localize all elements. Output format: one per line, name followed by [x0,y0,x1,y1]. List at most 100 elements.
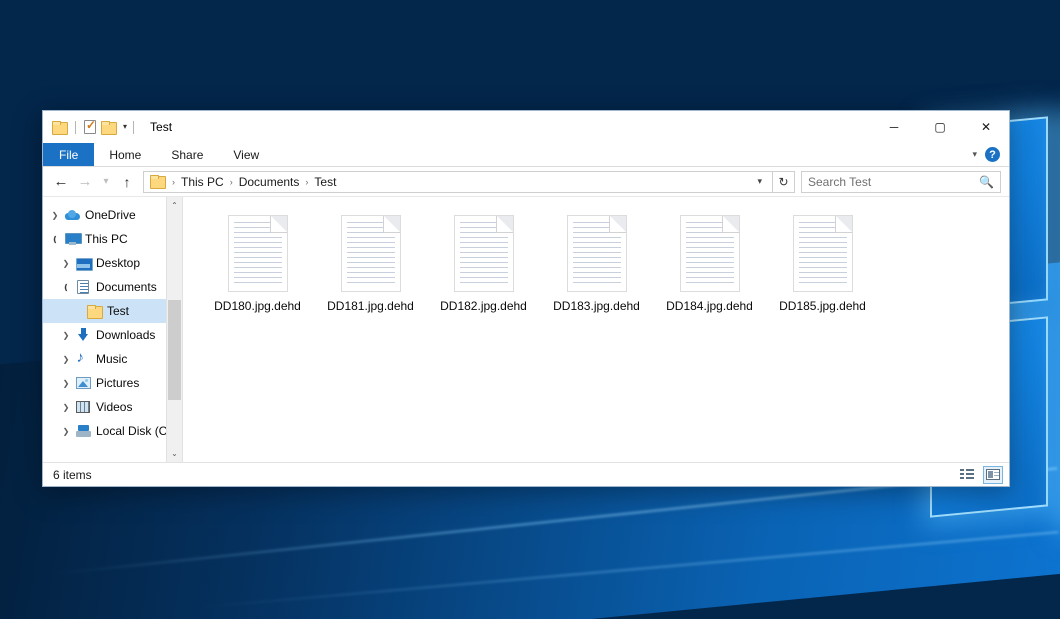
sidebar-item-label: OneDrive [81,208,136,222]
breadcrumb-separator: › [227,177,236,187]
breadcrumb-item-this-pc[interactable]: This PC [178,175,227,189]
file-item[interactable]: DD182.jpg.dehd [427,211,540,327]
file-list-view[interactable]: DD180.jpg.dehd DD181.jpg.dehd [183,197,1009,462]
file-icon-wrapper [339,213,403,294]
file-icon-fold [383,216,400,233]
file-item[interactable]: DD185.jpg.dehd [766,211,879,327]
sidebar-item-downloads[interactable]: ❯ Downloads [43,323,182,347]
generic-file-icon [341,215,401,292]
search-box[interactable]: Search Test 🔍 [801,171,1001,193]
chevron-down-icon[interactable]: ▾ [751,176,768,187]
breadcrumb-separator: › [302,177,311,187]
breadcrumb-separator: › [169,177,178,187]
close-button[interactable]: ✕ [963,111,1009,142]
file-icon-wrapper [452,213,516,294]
file-icon-fold [496,216,513,233]
file-item[interactable]: DD180.jpg.dehd [201,211,314,327]
music-icon: ♪ [74,352,92,366]
address-bar: ← → ▾ ↑ › This PC › Documents › Test ▾ ↻… [43,167,1009,197]
help-icon[interactable]: ? [985,147,1000,162]
details-view-icon [960,469,974,480]
ribbon-right-controls: ▾ ? [972,143,1009,166]
tab-share[interactable]: Share [156,143,218,166]
recent-locations-button[interactable]: ▾ [97,170,115,194]
search-icon[interactable]: 🔍 [979,175,994,189]
videos-icon [74,401,92,413]
chevron-right-icon[interactable]: ❯ [47,211,63,220]
file-icon-wrapper [226,213,290,294]
properties-icon[interactable] [84,120,96,134]
scroll-up-icon[interactable]: ⌃ [167,197,182,214]
file-item[interactable]: DD183.jpg.dehd [540,211,653,327]
divider [133,121,134,134]
new-folder-icon[interactable] [101,121,116,134]
breadcrumb-item-test[interactable]: Test [311,175,339,189]
minimize-button[interactable]: ─ [871,111,917,142]
tab-file[interactable]: File [43,143,94,166]
ribbon-tabs: File Home Share View ▾ ? [43,143,1009,167]
search-input[interactable]: Search Test [808,175,979,189]
chevron-down-icon[interactable]: ▾ [972,149,977,160]
desktop: ▾ Test ─ ▢ ✕ File Home Share View ▾ ? ← … [0,0,1060,619]
item-count-label: 6 items [53,468,92,482]
chevron-right-icon[interactable]: ❯ [58,379,74,388]
file-icon-fold [270,216,287,233]
desktop-icon [74,258,92,269]
file-name: DD185.jpg.dehd [779,299,866,313]
scroll-down-icon[interactable]: ⌄ [167,445,182,462]
sidebar-item-label: Test [103,304,129,318]
document-icon [74,280,92,294]
file-icon-wrapper [678,213,742,294]
chevron-down-icon[interactable]: ❪ [58,283,74,292]
title-bar: ▾ Test ─ ▢ ✕ [43,111,1009,143]
tab-view[interactable]: View [218,143,274,166]
file-item[interactable]: DD181.jpg.dehd [314,211,427,327]
sidebar-item-videos[interactable]: ❯ Videos [43,395,182,419]
chevron-down-icon[interactable]: ❪ [47,235,63,244]
file-item[interactable]: DD184.jpg.dehd [653,211,766,327]
breadcrumb-item-documents[interactable]: Documents [236,175,303,189]
view-mode-buttons [957,466,1003,484]
sidebar-item-onedrive[interactable]: ❯ OneDrive [43,203,182,227]
cloud-icon [63,210,81,220]
sidebar-item-music[interactable]: ❯ ♪ Music [43,347,182,371]
chevron-down-icon[interactable]: ▾ [121,123,129,131]
large-icons-view-icon [986,469,1000,480]
sidebar-item-desktop[interactable]: ❯ Desktop [43,251,182,275]
sidebar-item-pictures[interactable]: ❯ Pictures [43,371,182,395]
details-view-button[interactable] [957,466,977,484]
sidebar-item-documents[interactable]: ❪ Documents [43,275,182,299]
up-button[interactable]: ↑ [115,170,139,194]
folder-icon[interactable] [52,121,67,134]
forward-button: → [73,170,97,194]
tab-home[interactable]: Home [94,143,156,166]
sidebar-item-label: Pictures [92,376,139,390]
pictures-icon [74,377,92,389]
scrollbar-thumb[interactable] [168,300,181,400]
scrollbar-track[interactable] [167,214,182,445]
sidebar-item-local-disk[interactable]: ❯ Local Disk (C:) [43,419,182,443]
quick-access-toolbar: ▾ [43,120,129,134]
sidebar-item-label: Videos [92,400,132,414]
navigation-scrollbar[interactable]: ⌃ ⌄ [166,197,182,462]
refresh-button[interactable]: ↻ [773,171,795,193]
chevron-right-icon[interactable]: ❯ [58,331,74,340]
status-bar: 6 items [43,462,1009,486]
file-name: DD184.jpg.dehd [666,299,753,313]
sidebar-item-label: Downloads [92,328,155,342]
chevron-right-icon[interactable]: ❯ [58,403,74,412]
maximize-button[interactable]: ▢ [917,111,963,142]
sidebar-item-label: Documents [92,280,157,294]
folder-icon [85,305,103,318]
large-icons-view-button[interactable] [983,466,1003,484]
chevron-right-icon[interactable]: ❯ [58,355,74,364]
chevron-right-icon[interactable]: ❯ [58,427,74,436]
chevron-right-icon[interactable]: ❯ [58,259,74,268]
breadcrumb[interactable]: › This PC › Documents › Test ▾ [143,171,773,193]
sidebar-item-test[interactable]: Test [43,299,182,323]
generic-file-icon [454,215,514,292]
window-title: Test [150,120,172,134]
sidebar-item-label: Desktop [92,256,140,270]
back-button[interactable]: ← [49,170,73,194]
sidebar-item-this-pc[interactable]: ❪ This PC [43,227,182,251]
